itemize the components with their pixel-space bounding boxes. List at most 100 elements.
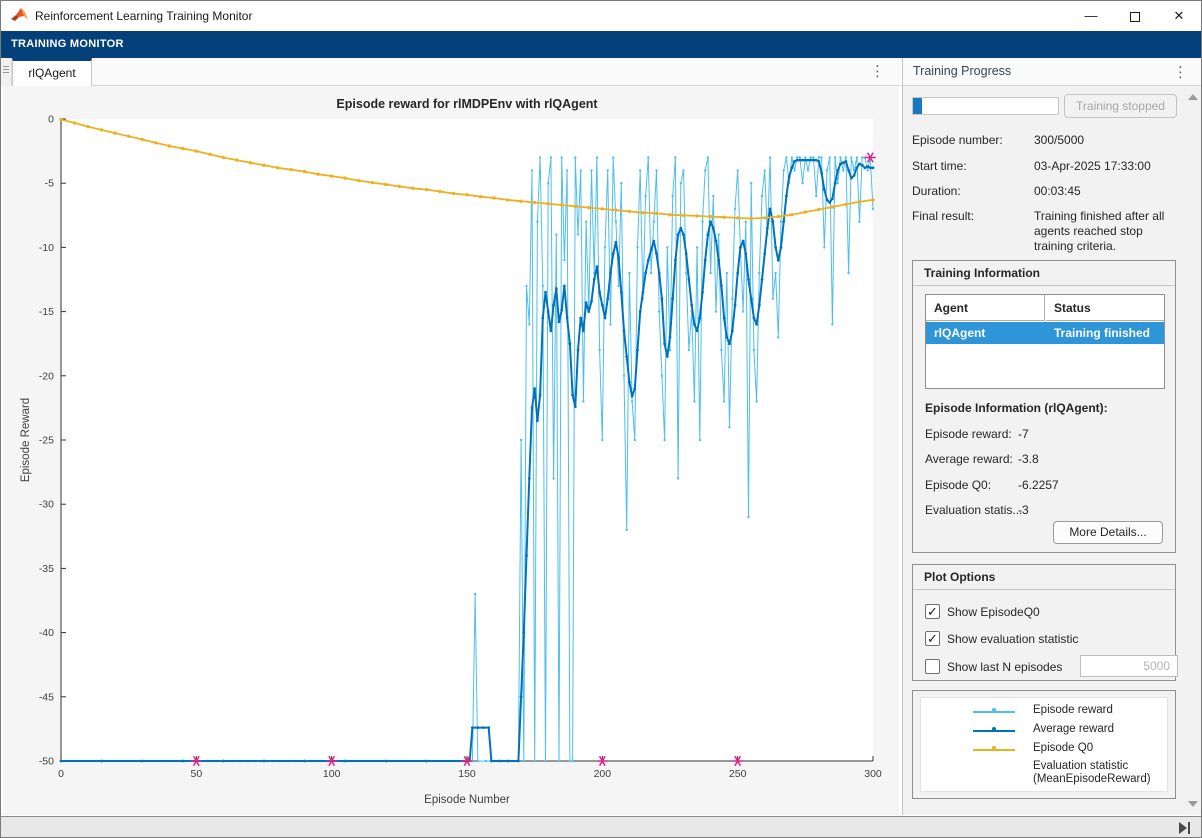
svg-text:Episode reward for rlMDPEnv wi: Episode reward for rlMDPEnv with rlQAgen… [336,97,598,111]
training-progress-panel: Training Progress ⋮ Training stopped Epi… [902,58,1201,815]
training-stopped-button[interactable]: Training stopped [1064,94,1177,118]
field-label: Episode Q0: [925,478,991,492]
legend-item: Evaluation statistic(MeanEpisodeReward) [921,758,1169,777]
legend-item: Episode reward [921,702,1169,721]
document-tab-strip: rlQAgent ⋮ [1,58,901,86]
field-value: 300/5000 [1034,133,1176,148]
field-label: Average reward: [925,452,1013,466]
maximize-button[interactable] [1113,1,1157,31]
svg-text:300: 300 [864,768,882,780]
evaluation-statistic-row: Evaluation statis... -3 [925,503,1165,517]
last-n-episodes-input[interactable] [1080,655,1178,677]
svg-text:-30: -30 [39,499,54,511]
legend-item: Episode Q0 [921,740,1169,759]
chart-panel: 0 50 100 150 200 250 300 0 -5 -10 -15 -20 -25 -30 -35 -… [3,86,899,815]
episode-reward-chart[interactable]: 0 50 100 150 200 250 300 0 -5 -10 -15 -20 -25 -30 -35 -… [3,86,899,820]
maximize-icon [1130,12,1140,22]
checkbox-label: Show EpisodeQ0 [947,605,1040,619]
panel-options-kebab-icon[interactable]: ⋮ [1173,63,1188,81]
column-header-status[interactable]: Status [1046,295,1164,321]
panel-body: Training stopped Episode number: 300/500… [903,86,1181,815]
svg-text:Episode Reward: Episode Reward [20,398,32,482]
legend-marker-dot [992,727,996,731]
svg-text:-5: -5 [45,178,54,190]
field-label: Evaluation statis... [925,503,1022,517]
app-window: Reinforcement Learning Training Monitor … [0,0,1202,838]
episode-reward-row: Episode reward: -7 [925,427,1165,441]
panel-header: Training Progress ⋮ [903,58,1202,86]
minimize-button[interactable]: — [1069,1,1113,31]
ribbon: TRAINING MONITOR [1,31,1201,58]
field-value: 03-Apr-2025 17:33:00 [1034,159,1176,174]
scroll-up-icon[interactable] [1188,94,1198,100]
agent-cell: rlQAgent [934,322,985,344]
bottom-status-strip [1,816,1201,838]
svg-text:-20: -20 [39,370,54,382]
svg-text:-10: -10 [39,242,54,254]
training-progress-bar [912,97,1059,115]
matlab-logo-icon [11,8,28,23]
legend-label: Episode reward [1033,704,1113,717]
svg-text:-15: -15 [39,306,54,318]
field-value: 00:03:45 [1034,184,1176,199]
svg-text:250: 250 [729,768,747,780]
field-label: Episode number: [912,133,1003,147]
field-value: -3.8 [1018,452,1039,466]
field-value: Training finished after all agents reach… [1034,209,1176,254]
svg-text:0: 0 [58,768,64,780]
tab-options-kebab-icon[interactable]: ⋮ [870,62,885,80]
expand-panel-icon[interactable] [1179,822,1193,834]
show-evaluation-statistic-checkbox[interactable] [925,631,940,646]
panel-title: Training Progress [913,64,1011,78]
svg-text:0: 0 [48,114,54,126]
status-cell: Training finished [1054,322,1150,344]
legend-label: Episode Q0 [1033,742,1093,755]
field-label: Episode reward: [925,427,1012,441]
legend-item: Average reward [921,721,1169,740]
field-label: Duration: [912,184,961,198]
svg-text:-40: -40 [39,627,54,639]
checkbox-label: Show evaluation statistic [947,632,1078,646]
show-episodeq0-checkbox[interactable] [925,604,940,619]
svg-text:-25: -25 [39,435,54,447]
training-information-group: Training Information Agent Status rlQAge… [912,260,1176,553]
column-header-agent[interactable]: Agent [926,295,1045,321]
field-value: -7 [1018,427,1029,441]
window-title: Reinforcement Learning Training Monitor [35,9,252,23]
legend-marker-dot [992,746,996,750]
svg-text:-35: -35 [39,563,54,575]
svg-text:-45: -45 [39,691,54,703]
field-label: Final result: [912,209,974,223]
svg-text:100: 100 [323,768,341,780]
ribbon-tab-training-monitor[interactable]: TRAINING MONITOR [11,38,124,50]
episode-info-title: Episode Information (rlQAgent): [925,401,1108,415]
field-value: -3 [1018,503,1029,517]
title-bar: Reinforcement Learning Training Monitor … [1,1,1201,31]
field-value: -6.2257 [1018,478,1059,492]
field-label: Start time: [912,159,967,173]
legend-label: Evaluation statistic(MeanEpisodeReward) [1033,760,1151,786]
scroll-down-icon[interactable] [1188,801,1198,807]
average-reward-row: Average reward: -3.8 [925,452,1165,466]
agent-status-table[interactable]: Agent Status rlQAgent Training finished [925,294,1165,389]
legend-marker-dot [992,708,996,712]
svg-text:-50: -50 [39,756,54,768]
legend-box: Episode reward Average reward Episode Q0 Ev… [912,690,1176,799]
close-button[interactable]: ✕ [1157,1,1201,31]
group-title: Training Information [913,261,1175,286]
tab-rlqagent[interactable]: rlQAgent [12,58,92,86]
plot-options-group: Plot Options Show EpisodeQ0 Show evaluat… [912,564,1176,681]
tab-label: rlQAgent [28,66,75,80]
legend-label: Average reward [1033,723,1114,736]
grip-icon [3,66,9,75]
panel-scrollbar[interactable] [1184,86,1201,815]
svg-text:Episode Number: Episode Number [424,794,510,806]
svg-text:150: 150 [458,768,476,780]
panel-drag-handle[interactable] [1,58,12,86]
show-last-n-episodes-checkbox[interactable] [925,659,940,674]
table-row-selected[interactable]: rlQAgent Training finished [926,322,1164,344]
group-title: Plot Options [913,565,1175,590]
more-details-button[interactable]: More Details... [1053,521,1163,544]
svg-text:200: 200 [594,768,612,780]
svg-text:50: 50 [190,768,202,780]
